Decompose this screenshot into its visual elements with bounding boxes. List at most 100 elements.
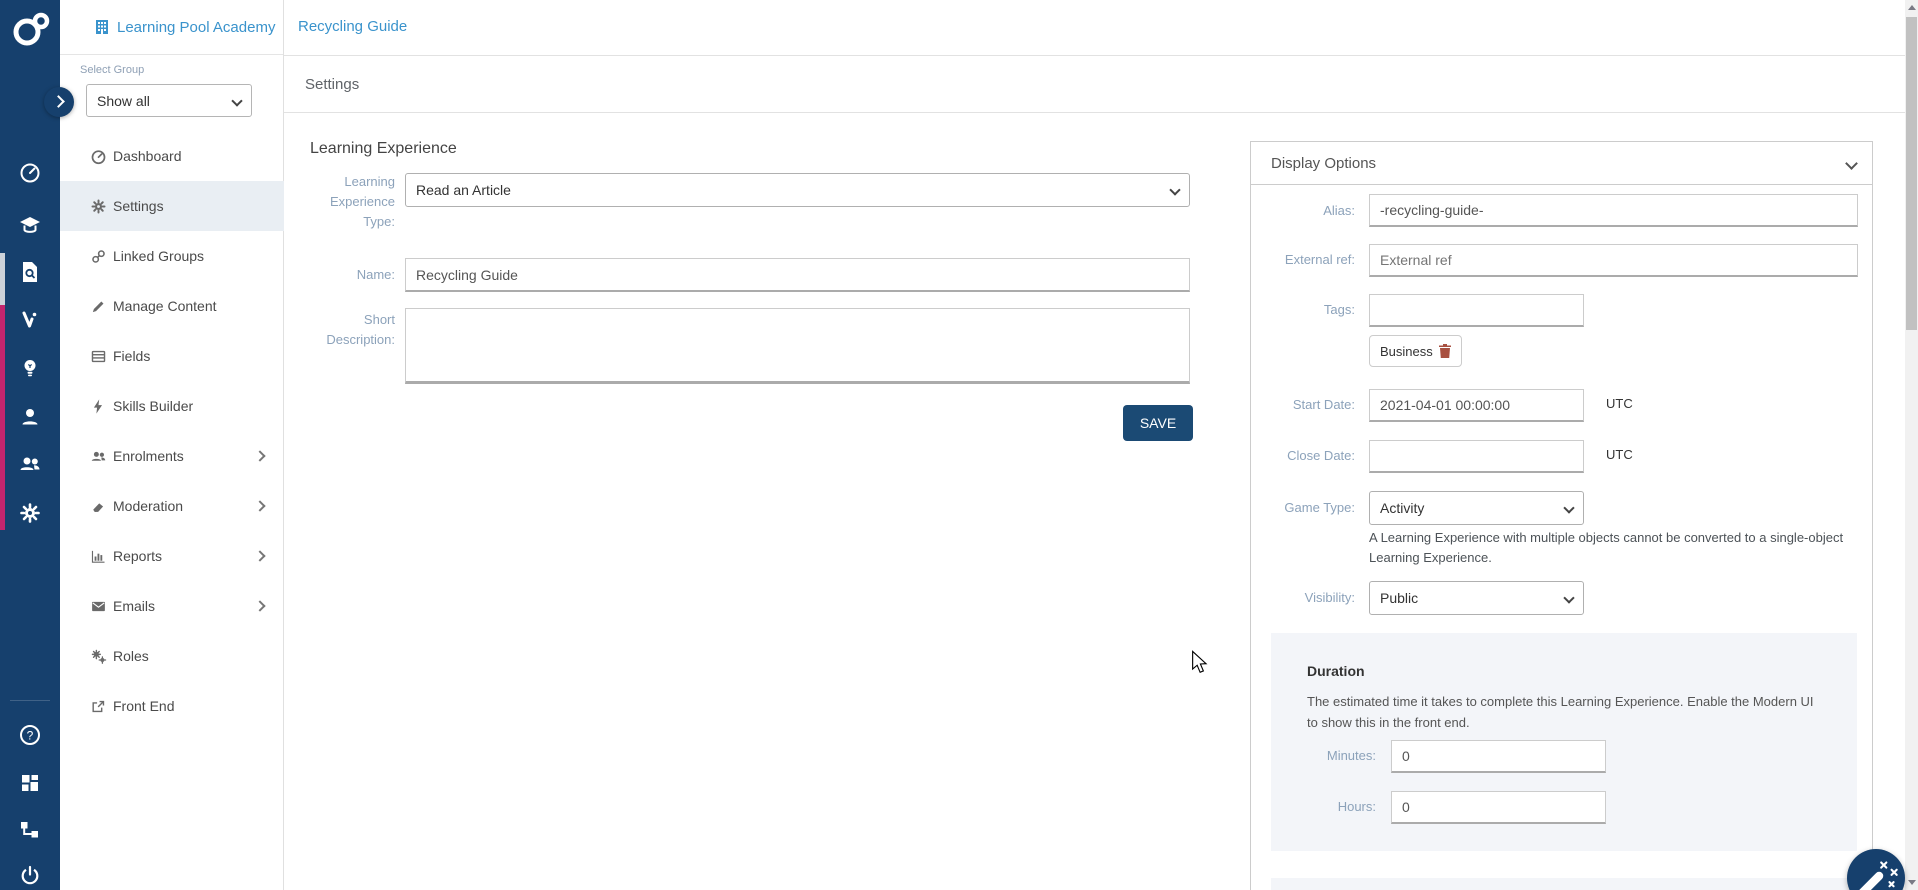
external-link-icon [90,698,107,715]
scrollbar-thumb[interactable] [1906,17,1917,330]
game-type-help-text: A Learning Experience with multiple obje… [1369,528,1869,568]
start-date-input[interactable] [1369,389,1584,422]
tabs-divider [284,112,1905,113]
sidebar: Learning Pool Academy Select Group Show … [60,0,284,890]
svg-text:?: ? [27,729,34,743]
alias-input[interactable] [1369,194,1858,227]
sidebar-item-moderation[interactable]: Moderation [60,481,284,531]
mouse-cursor [1188,650,1210,674]
visibility-select[interactable]: Public [1369,581,1584,615]
sidebar-item-dashboard[interactable]: Dashboard [60,131,284,181]
rail-learning-icon[interactable] [18,213,42,237]
rail-brand-v-icon[interactable] [18,308,42,332]
display-options-header[interactable]: Display Options [1251,142,1872,185]
rail-power-icon[interactable] [18,864,42,888]
magic-wand-fab[interactable] [1847,849,1905,890]
group-select-value: Show all [97,93,150,109]
list-icon [90,348,107,365]
sidebar-item-label: Front End [113,698,174,714]
sidebar-item-label: Enrolments [113,448,184,464]
rail-hierarchy-icon[interactable] [18,818,42,842]
chevron-right-icon [254,600,265,611]
sidebar-item-label: Fields [113,348,150,364]
rail-ideas-icon[interactable] [18,356,42,380]
header-divider [284,55,1905,56]
tag-business-chip[interactable]: Business [1369,335,1462,367]
scrollbar-down-arrow-icon[interactable] [1908,880,1916,885]
game-type-value: Activity [1380,500,1424,516]
chevron-down-icon [1563,502,1574,513]
hours-input[interactable] [1391,791,1606,824]
scrollbar-up-arrow-icon[interactable] [1908,5,1916,10]
envelope-icon [90,598,107,615]
trash-icon[interactable] [1439,344,1451,358]
sidebar-item-skills-builder[interactable]: Skills Builder [60,381,284,431]
sidebar-item-linked-groups[interactable]: Linked Groups [60,231,284,281]
sidebar-item-reports[interactable]: Reports [60,531,284,581]
page-scrollbar[interactable] [1905,0,1918,890]
tags-label: Tags: [1259,300,1355,320]
name-input[interactable] [405,258,1190,292]
sidebar-item-enrolments[interactable]: Enrolments [60,431,284,481]
select-group-label: Select Group [80,64,144,76]
building-icon [94,19,110,35]
minutes-input[interactable] [1391,740,1606,773]
duration-title: Duration [1307,663,1365,679]
sidebar-item-roles[interactable]: Roles [60,631,284,681]
rail-help-icon[interactable]: ? [18,723,42,747]
display-options-panel: Display Options Alias: External ref: Tag… [1250,141,1873,890]
minutes-label: Minutes: [1286,746,1376,766]
sidebar-expand-button[interactable] [44,87,74,117]
eraser-icon [90,498,107,515]
short-description-textarea[interactable] [405,308,1190,384]
sidebar-item-label: Manage Content [113,298,217,314]
close-date-input[interactable] [1369,440,1584,473]
sidebar-item-label: Linked Groups [113,248,204,264]
group-select[interactable]: Show all [86,84,252,117]
tags-input[interactable] [1369,294,1584,327]
start-date-label: Start Date: [1259,395,1355,415]
chevron-down-icon [231,95,242,106]
chevron-right-icon [254,550,265,561]
game-type-select[interactable]: Activity [1369,491,1584,525]
bar-chart-icon [90,548,107,565]
learning-experience-type-label: Learning Experience Type: [305,172,395,232]
main-content: Recycling Guide Settings Learning Experi… [284,0,1918,890]
rail-dashboard-icon[interactable] [18,161,42,185]
rail-scrollbar-thumb[interactable] [0,305,5,530]
name-label: Name: [305,265,395,285]
sidebar-item-front-end[interactable]: Front End [60,681,284,731]
rail-users-icon[interactable] [18,452,42,476]
rail-divider [10,700,50,701]
sidebar-item-settings[interactable]: Settings [60,181,284,231]
tab-settings[interactable]: Settings [305,76,359,93]
sidebar-item-label: Roles [113,648,149,664]
sidebar-item-label: Moderation [113,498,183,514]
duration-section: Duration The estimated time it takes to … [1271,633,1857,851]
rail-user-icon[interactable] [18,405,42,429]
external-ref-input[interactable] [1369,244,1858,277]
alias-label: Alias: [1259,201,1355,221]
next-section-strip [1271,878,1857,890]
pencil-icon [90,298,107,315]
save-button[interactable]: SAVE [1123,405,1193,441]
sidebar-item-fields[interactable]: Fields [60,331,284,381]
page-title: Recycling Guide [298,18,407,35]
icon-rail: ? [0,0,60,890]
learning-experience-type-select[interactable]: Read an Article [405,173,1190,207]
learning-pool-logo-icon [10,9,52,51]
rail-apps-icon[interactable] [18,771,42,795]
sidebar-item-label: Skills Builder [113,398,193,414]
cogs-icon [90,648,107,665]
academy-title: Learning Pool Academy [117,19,275,36]
hours-label: Hours: [1286,797,1376,817]
academy-header[interactable]: Learning Pool Academy [60,0,283,55]
chevron-right-icon [254,500,265,511]
sidebar-item-manage-content[interactable]: Manage Content [60,281,284,331]
learning-experience-type-value: Read an Article [416,182,511,198]
dashboard-icon [90,148,107,165]
rail-settings-icon[interactable] [18,501,42,525]
rail-content-search-icon[interactable] [18,260,42,284]
gear-icon [90,198,107,215]
sidebar-item-emails[interactable]: Emails [60,581,284,631]
